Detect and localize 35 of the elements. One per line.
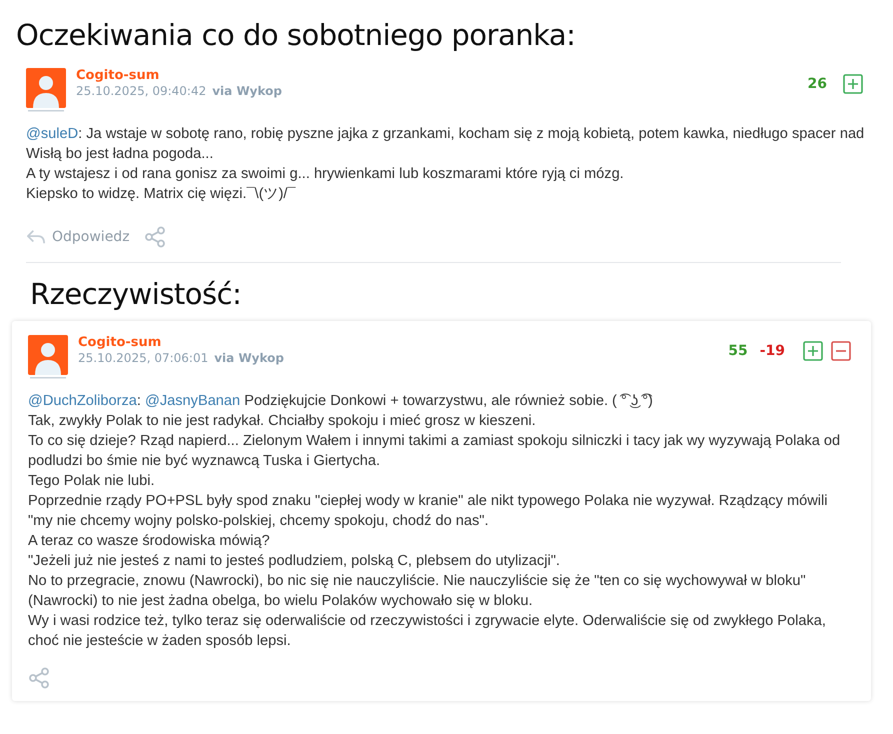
section-heading: Rzeczywistość:	[30, 277, 242, 311]
source-label: via Wykop	[214, 351, 284, 365]
mention-link[interactable]: @JasnyBanan	[145, 393, 240, 409]
source-label: via Wykop	[212, 84, 282, 98]
comment-text: Wy i wasi rodzice też, tylko teraz się oderwaliście od rzeczywistości i zgrywacie elyte. Oderwaliście się od zwykłego Polaka, choć nie jesteście w żaden sposób lepsi.	[28, 612, 827, 651]
author-link[interactable]: Cogito-sum	[78, 335, 284, 350]
comment-text: Tego Polak nie lubi.	[28, 472, 156, 491]
share-icon[interactable]	[144, 226, 166, 248]
upvote-button[interactable]	[803, 341, 823, 361]
mention-link[interactable]: @suleD	[26, 126, 78, 142]
upvote-button[interactable]	[843, 74, 863, 94]
mention-link[interactable]: @DuchZoliborza	[28, 393, 137, 409]
share-icon[interactable]	[28, 667, 50, 689]
avatar-icon[interactable]	[26, 68, 66, 112]
comment-date: 25.10.2025, 09:40:42	[76, 84, 206, 98]
downvote-button[interactable]	[831, 341, 851, 361]
comment-date: 25.10.2025, 07:06:01	[78, 351, 208, 365]
reply-button[interactable]: Odpowiedz	[26, 228, 130, 246]
vote-count: 26	[808, 76, 827, 92]
avatar-icon[interactable]	[28, 335, 68, 379]
vote-count: 55	[728, 343, 748, 359]
author-link[interactable]: Cogito-sum	[76, 68, 282, 83]
comment-text: A teraz co wasze środowiska mówią?	[28, 532, 271, 551]
comment-text: "Jeżeli już nie jesteś z nami to jesteś podludziem, polską C, plebsem do utylizacji".	[28, 552, 561, 571]
comment-text: To co się dzieje? Rząd napierd... Zielonym Wałem i innymi takimi a zamiast spokoju silniczki i tacy jak wy wyzywają Polaka od podludzi bo śmie nie być wyznawcą Tuska i Giertycha.	[28, 432, 842, 471]
section-heading: Oczekiwania co do sobotniego poranka:	[16, 18, 576, 52]
vote-count: -19	[760, 343, 785, 359]
comment-text: @DuchZoliborza: @JasnyBanan Podziękujcie Donkowi + towarzystwu, ale również sobie. ( ͡° ͜ʖ ͡°)	[28, 392, 654, 411]
comment-text: Poprzednie rządy PO+PSL były spod znaku "ciepłej wody w kranie" ale nikt typowego Polaka nie wyzywał. Rządzący mówili "my nie chcemy wojny polsko-polskiej, chcemy spokoju, chodź do nas".	[28, 492, 828, 531]
comment-text: A ty wstajesz i od rana gonisz za swoimi g... hrywienkami lub koszmarami które ryją ci mózg.	[26, 165, 625, 184]
comment-text: @suleD: Ja wstaje w sobotę rano, robię pyszne jajka z grzankami, kocham się z moją kobietą, potem kawka, niedługo spacer nad Wisłą bo jest ładna pogoda...	[26, 125, 866, 164]
reply-icon[interactable]	[26, 228, 46, 246]
comment-text: Kiepsko to widzę. Matrix cię więzi.¯\(ツ)/¯	[26, 185, 297, 204]
comment-text: No to przegracie, znowu (Nawrocki), bo nic się nie nauczyliście. Nie nauczyliście się że "ten co się wychowywał w bloku" (Nawrocki) to nie jest żadna obelga, bo wielu Polaków wychowało się w bloku.	[28, 572, 807, 611]
comment-text: Tak, zwykły Polak to nie jest radykał. Chciałby spokoju i mieć grosz w kieszeni.	[28, 412, 537, 431]
